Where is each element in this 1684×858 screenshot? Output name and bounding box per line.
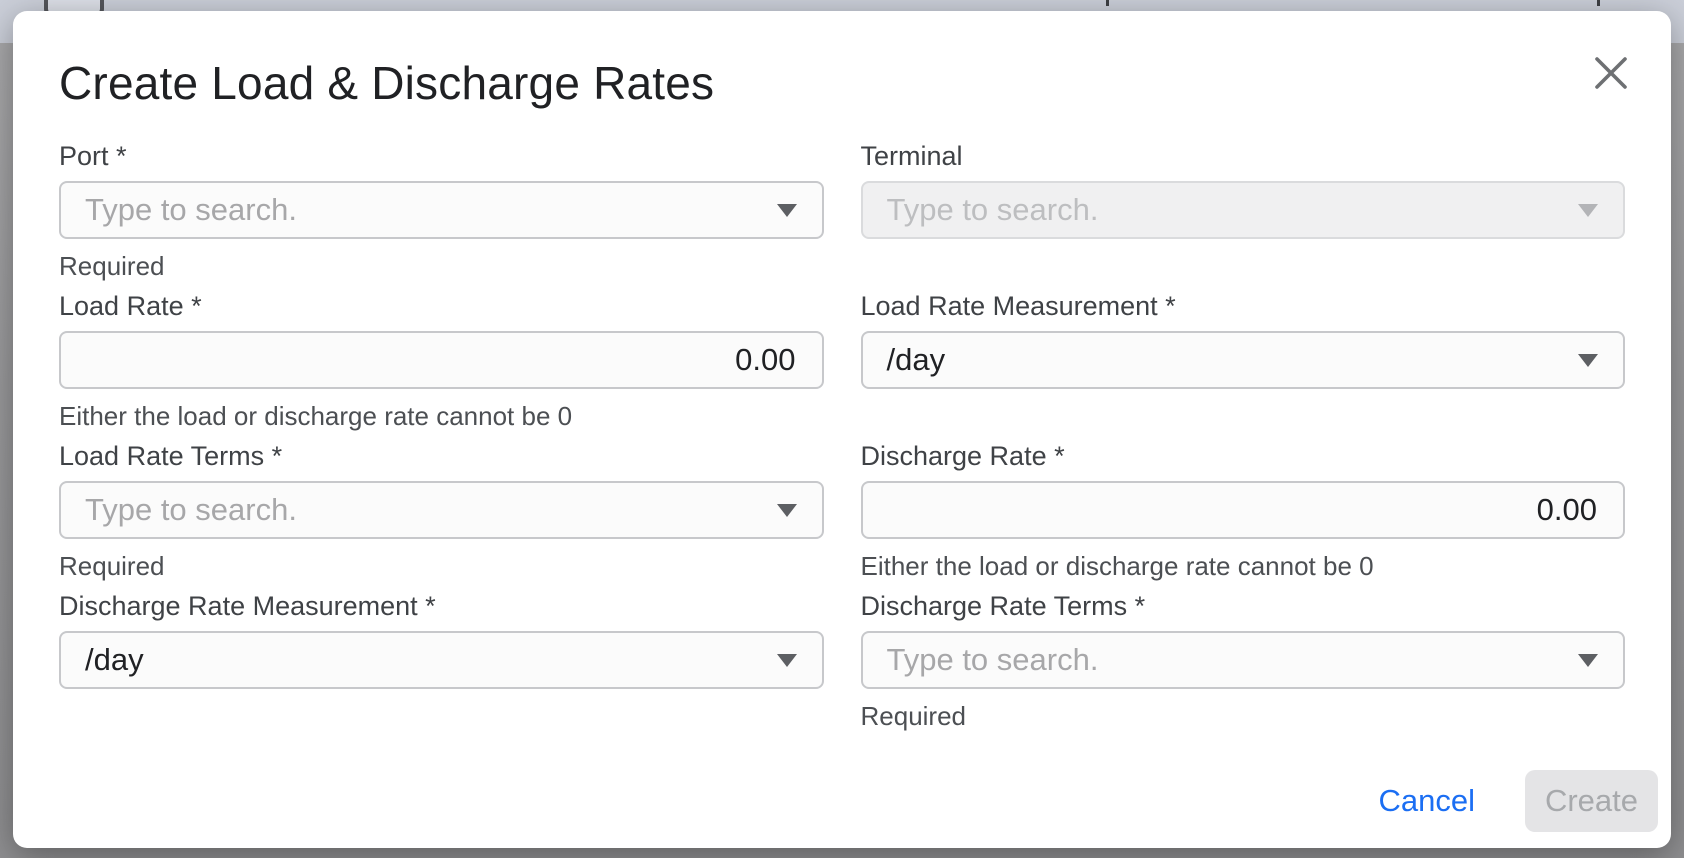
load-rate-label: Load Rate * bbox=[59, 291, 824, 322]
discharge-rate-terms-field-group: Discharge Rate Terms * Required bbox=[861, 591, 1626, 731]
port-input[interactable] bbox=[59, 181, 824, 239]
load-rate-helper-text: Either the load or discharge rate cannot… bbox=[59, 401, 824, 431]
load-rate-terms-label: Load Rate Terms * bbox=[59, 441, 824, 472]
port-combobox bbox=[59, 181, 824, 239]
port-label: Port * bbox=[59, 141, 824, 172]
port-field-group: Port * Required bbox=[59, 141, 824, 281]
background-artifact bbox=[1106, 0, 1109, 6]
discharge-rate-measurement-select[interactable]: /day bbox=[59, 631, 824, 689]
discharge-rate-input[interactable] bbox=[861, 481, 1626, 539]
terminal-input bbox=[861, 181, 1626, 239]
discharge-rate-terms-input[interactable] bbox=[861, 631, 1626, 689]
discharge-rate-control bbox=[861, 481, 1626, 539]
load-rate-terms-helper-text: Required bbox=[59, 551, 824, 581]
discharge-rate-helper-text: Either the load or discharge rate cannot… bbox=[861, 551, 1626, 581]
discharge-rate-measurement-label: Discharge Rate Measurement * bbox=[59, 591, 824, 622]
load-rate-measurement-control: /day bbox=[861, 331, 1626, 389]
dialog-actions: Cancel Create bbox=[59, 770, 1658, 848]
load-rate-terms-combobox bbox=[59, 481, 824, 539]
create-load-discharge-rates-dialog: Create Load & Discharge Rates Port * Req… bbox=[13, 11, 1671, 848]
discharge-rate-measurement-field-group: Discharge Rate Measurement * /day bbox=[59, 591, 824, 731]
load-rate-measurement-select[interactable]: /day bbox=[861, 331, 1626, 389]
load-rate-measurement-field-group: Load Rate Measurement * /day bbox=[861, 291, 1626, 431]
discharge-rate-measurement-control: /day bbox=[59, 631, 824, 689]
close-icon bbox=[1589, 51, 1633, 95]
terminal-label: Terminal bbox=[861, 141, 1626, 172]
discharge-rate-terms-helper-text: Required bbox=[861, 701, 1626, 731]
port-helper-text: Required bbox=[59, 251, 824, 281]
load-rate-measurement-value: /day bbox=[887, 342, 946, 378]
load-rate-terms-field-group: Load Rate Terms * Required bbox=[59, 441, 824, 581]
load-rate-input[interactable] bbox=[59, 331, 824, 389]
dialog-title: Create Load & Discharge Rates bbox=[59, 55, 1625, 111]
terminal-field-group: Terminal bbox=[861, 141, 1626, 281]
terminal-combobox bbox=[861, 181, 1626, 239]
discharge-rate-label: Discharge Rate * bbox=[861, 441, 1626, 472]
dialog-form: Port * Required Terminal Load Rate * Eit… bbox=[59, 141, 1625, 731]
discharge-rate-measurement-value: /day bbox=[85, 642, 144, 678]
load-rate-control bbox=[59, 331, 824, 389]
discharge-rate-terms-combobox bbox=[861, 631, 1626, 689]
load-rate-field-group: Load Rate * Either the load or discharge… bbox=[59, 291, 824, 431]
close-button[interactable] bbox=[1589, 51, 1633, 95]
cancel-button[interactable]: Cancel bbox=[1365, 773, 1490, 829]
background-artifact bbox=[1597, 0, 1600, 6]
load-rate-terms-input[interactable] bbox=[59, 481, 824, 539]
create-button[interactable]: Create bbox=[1525, 770, 1658, 832]
discharge-rate-field-group: Discharge Rate * Either the load or disc… bbox=[861, 441, 1626, 581]
load-rate-measurement-label: Load Rate Measurement * bbox=[861, 291, 1626, 322]
discharge-rate-terms-label: Discharge Rate Terms * bbox=[861, 591, 1626, 622]
